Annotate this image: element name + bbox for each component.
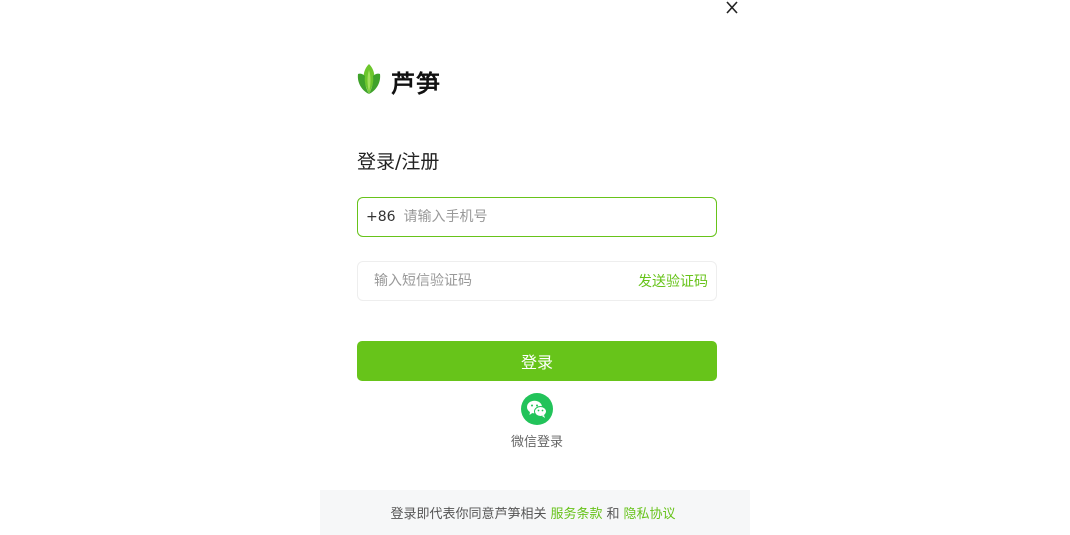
brand-logo: 芦笋 (355, 62, 441, 100)
privacy-link[interactable]: 隐私协议 (624, 503, 676, 522)
sms-code-field[interactable]: 发送验证码 (357, 261, 717, 301)
wechat-icon[interactable] (521, 393, 553, 425)
country-code[interactable]: +86 (366, 209, 396, 225)
login-button[interactable]: 登录 (357, 341, 717, 381)
wechat-login-label: 微信登录 (510, 435, 563, 450)
agreement-footer: 登录即代表你同意芦笋相关 服务条款 和 隐私协议 (320, 490, 750, 535)
brand-name: 芦笋 (391, 69, 441, 98)
phone-field[interactable]: +86 (357, 197, 717, 237)
terms-link[interactable]: 服务条款 (550, 503, 602, 522)
sms-code-input[interactable] (374, 273, 638, 289)
wechat-login-button[interactable]: 微信登录 (507, 393, 567, 450)
agreement-text: 登录即代表你同意芦笋相关 (390, 507, 547, 522)
asparagus-leaf-icon (355, 62, 383, 100)
agreement-conjunction: 和 (606, 507, 620, 522)
send-code-button[interactable]: 发送验证码 (638, 271, 708, 291)
phone-input[interactable] (403, 209, 716, 225)
page-title: 登录/注册 (357, 151, 440, 173)
close-icon[interactable] (722, 0, 742, 18)
